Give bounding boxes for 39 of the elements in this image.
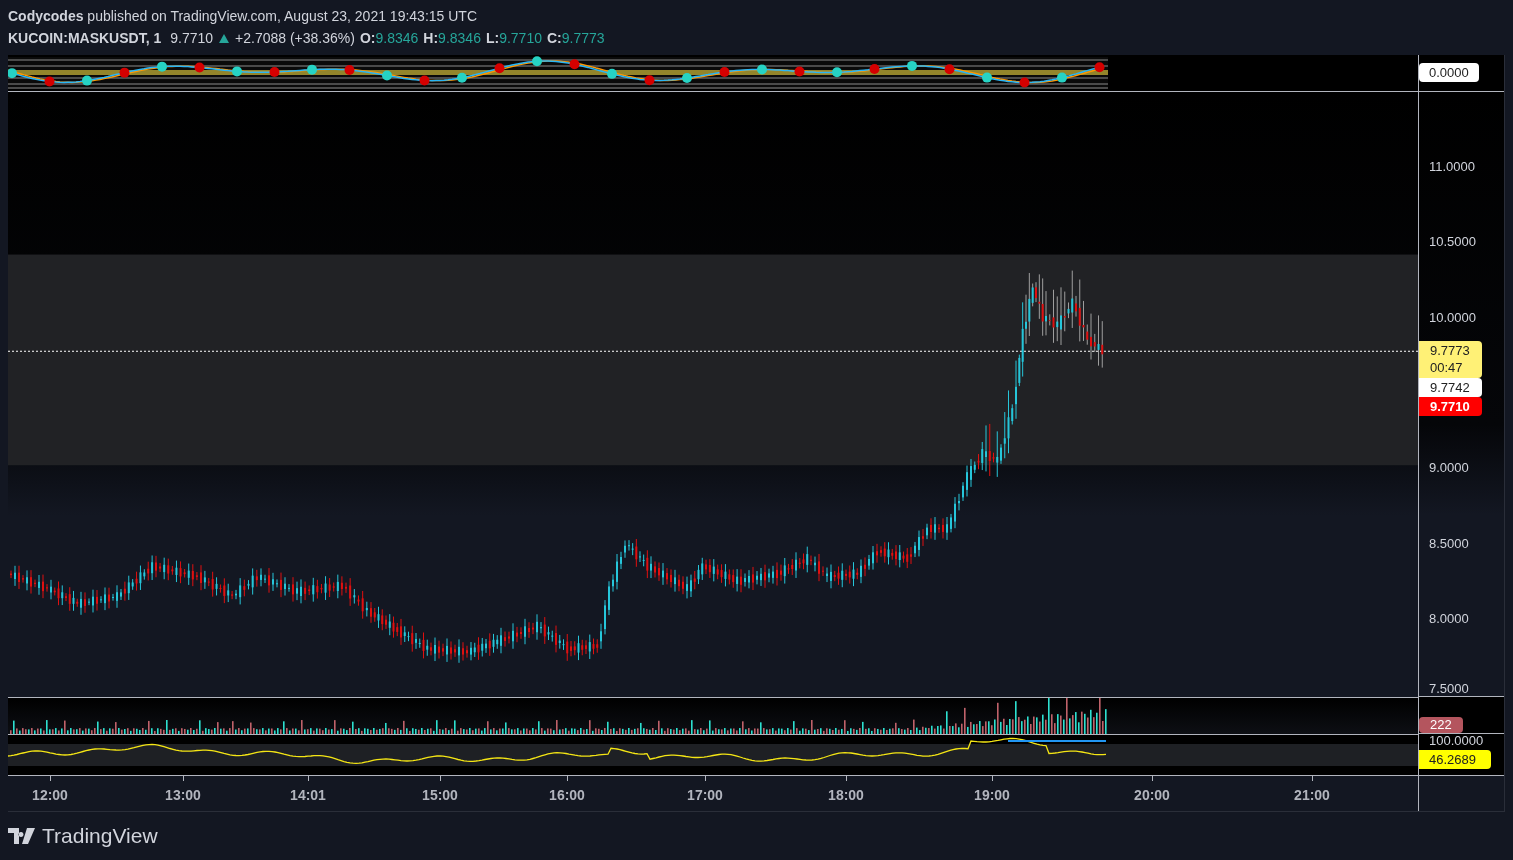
brand-name: TradingView xyxy=(42,823,158,850)
indicator-value-tag: 46.2689 xyxy=(1419,750,1491,770)
price-axis-label: 10.0000 xyxy=(1429,309,1476,326)
price-axis-label: 9.0000 xyxy=(1429,459,1469,476)
price-tag-value: 9.7742 xyxy=(1430,379,1471,398)
countdown-timer: 00:47 xyxy=(1430,360,1464,378)
time-axis-label: 21:00 xyxy=(1294,786,1330,806)
time-axis-label: 14:01 xyxy=(290,786,326,806)
time-axis-label: 12:00 xyxy=(32,786,68,806)
price-change: +2.7088 (+38.36%) xyxy=(235,29,355,48)
price-axis-label: 11.0000 xyxy=(1429,158,1476,175)
time-axis-label: 17:00 xyxy=(687,786,723,806)
axis-label: 100.0000 xyxy=(1428,734,1485,749)
ohlc-value: 9.8346 xyxy=(438,29,481,48)
time-axis-label: 19:00 xyxy=(974,786,1010,806)
price-tag-value: 9.7773 xyxy=(1430,342,1471,361)
price-tag-value: 9.7710 xyxy=(1430,398,1471,417)
axis-value-tag: 0.0000 xyxy=(1419,63,1479,83)
ohlc-value: 9.7710 xyxy=(499,29,542,48)
logo-icon xyxy=(8,828,38,844)
time-axis-label: 15:00 xyxy=(422,786,458,806)
ohlc-label: L: xyxy=(485,29,500,48)
time-axis-label: 18:00 xyxy=(828,786,864,806)
price-axis-label: 10.5000 xyxy=(1429,233,1476,250)
publication-byline: Codycodes published on TradingView.com, August 23, 2021 19:43:15 UTC xyxy=(8,7,479,26)
ohlc-value: 9.8346 xyxy=(375,29,419,48)
last-price: 9.7710 xyxy=(170,29,214,48)
volume-tag: 222 xyxy=(1419,717,1463,734)
price-axis-label: 7.5000 xyxy=(1429,680,1469,697)
symbol-title: KUCOIN:MASKUSDT, 1 xyxy=(8,29,162,48)
ohlc-label: C: xyxy=(547,29,562,48)
time-axis-label: 16:00 xyxy=(549,786,585,806)
ohlc-value: 9.7773 xyxy=(561,29,605,48)
ohlc-label: H: xyxy=(423,29,439,48)
time-axis-label: 20:00 xyxy=(1134,786,1170,806)
price-axis-label: 8.5000 xyxy=(1429,535,1469,552)
ohlc-label: O: xyxy=(359,29,376,48)
time-axis-label: 13:00 xyxy=(165,786,201,806)
price-axis-label: 8.0000 xyxy=(1429,610,1469,627)
